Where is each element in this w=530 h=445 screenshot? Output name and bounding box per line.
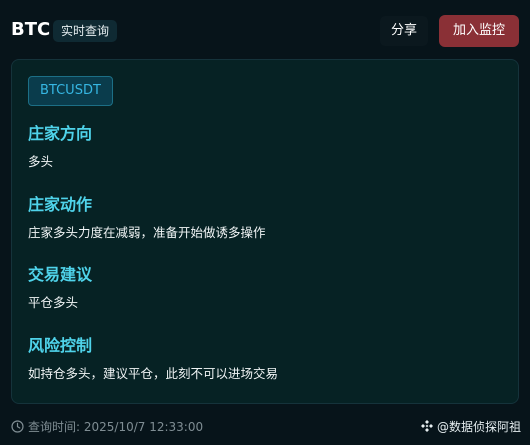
add-monitor-button[interactable]: 加入监控 — [439, 15, 519, 47]
brand-text: @数据侦探阿祖 — [436, 419, 521, 434]
header: BTC 实时查询 分享 加入监控 — [0, 0, 530, 60]
binance-diamond-icon — [420, 419, 434, 433]
query-time-text: 查询时间: 2025/10/7 12:33:00 — [28, 419, 204, 434]
realtime-query-tag: 实时查询 — [53, 20, 118, 42]
clock-icon — [11, 419, 24, 433]
query-time: 查询时间: 2025/10/7 12:33:00 — [11, 418, 203, 434]
section-title: 庄家动作 — [28, 195, 93, 214]
symbol-badge: BTCUSDT — [28, 76, 113, 106]
brand-credit: @数据侦探阿祖 — [420, 418, 521, 434]
section-direction: 庄家方向 多头 — [28, 124, 498, 170]
section-risk: 风险控制 如持仓多头，建议平仓，此刻不可以进场交易 — [28, 336, 498, 382]
section-action: 庄家动作 庄家多头力度在减弱，准备开始做诱多操作 — [28, 195, 498, 241]
section-text: 如持仓多头，建议平仓，此刻不可以进场交易 — [28, 366, 279, 381]
analysis-card: BTCUSDT 庄家方向 多头 庄家动作 庄家多头力度在减弱，准备开始做诱多操作… — [11, 59, 519, 404]
section-title: 庄家方向 — [28, 124, 93, 143]
section-title: 风险控制 — [28, 336, 93, 355]
section-text: 庄家多头力度在减弱，准备开始做诱多操作 — [28, 225, 266, 240]
section-text: 多头 — [28, 154, 54, 169]
section-advice: 交易建议 平仓多头 — [28, 265, 498, 311]
section-title: 交易建议 — [28, 265, 93, 284]
share-button[interactable]: 分享 — [380, 16, 428, 46]
section-text: 平仓多头 — [28, 295, 79, 310]
coin-title: BTC — [11, 19, 51, 40]
